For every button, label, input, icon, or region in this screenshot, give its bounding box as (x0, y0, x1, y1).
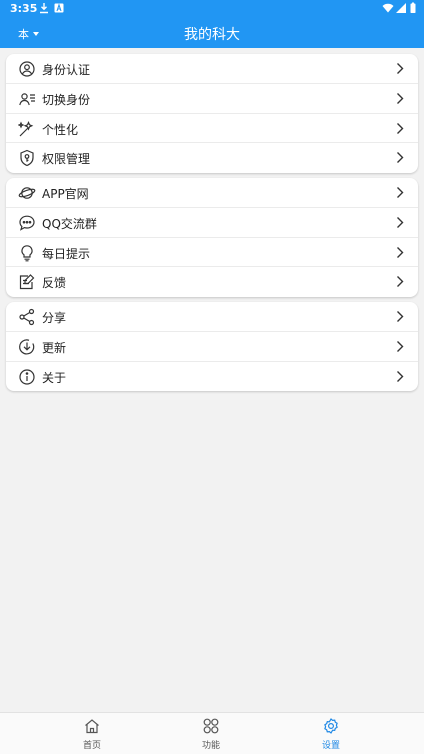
chevron-right-icon (397, 92, 404, 104)
tab-settings-label: 设置 (321, 741, 340, 751)
page-title: 我的科大 (184, 27, 240, 43)
tab-functions-label: 功能 (201, 741, 220, 751)
tab-home[interactable]: 首页 (42, 713, 142, 754)
signal-icon (396, 3, 406, 13)
settings-item-label: 身份认证 (42, 63, 91, 77)
chevron-right-icon (397, 246, 404, 258)
user-switch-icon (19, 93, 35, 105)
bottom-navigation: 首页 功能 设置 (0, 712, 424, 754)
settings-item-label: 分享 (42, 311, 67, 325)
settings-item-update[interactable]: 更新 (6, 332, 418, 362)
shield-key-icon (20, 150, 34, 167)
settings-group-account: 身份认证 切换身份 个性化 权限管理 (6, 54, 418, 173)
tab-settings[interactable]: 设置 (281, 713, 381, 754)
chevron-right-icon (397, 122, 404, 134)
settings-item-label: 反馈 (42, 276, 67, 291)
settings-item-identity-auth[interactable]: 身份认证 (6, 54, 418, 84)
settings-item-label: 每日提示 (42, 246, 91, 261)
app-bar: 本 我的科大 (0, 18, 424, 48)
settings-item-permissions[interactable]: 权限管理 (6, 143, 418, 173)
notification-a-icon (54, 3, 64, 13)
settings-item-label: 关于 (42, 370, 67, 385)
settings-item-about[interactable]: 关于 (6, 362, 418, 392)
grid-circles-icon (203, 718, 219, 734)
share-icon (19, 308, 35, 326)
magic-wand-icon (18, 120, 34, 136)
download-icon (40, 3, 48, 14)
chevron-right-icon (397, 216, 404, 228)
chevron-right-icon (397, 152, 404, 164)
settings-item-feedback[interactable]: 反馈 (6, 267, 418, 297)
edit-note-icon (19, 274, 35, 290)
settings-group-community: APP官网 QQ交流群 每日提示 反馈 (6, 178, 418, 297)
settings-item-label: 更新 (42, 340, 67, 355)
settings-item-daily-tips[interactable]: 每日提示 (6, 238, 418, 268)
wifi-icon (382, 3, 394, 13)
chat-bubble-icon (19, 215, 35, 231)
home-icon (85, 719, 99, 734)
settings-item-qq-group[interactable]: QQ交流群 (6, 208, 418, 238)
tab-functions[interactable]: 功能 (161, 713, 261, 754)
settings-item-label: 切换身份 (42, 92, 91, 107)
chevron-right-icon (397, 63, 404, 74)
settings-item-label: 权限管理 (42, 152, 91, 167)
settings-item-label: 个性化 (42, 122, 79, 137)
settings-item-personalization[interactable]: 个性化 (6, 114, 418, 144)
status-time: 3:35 (10, 2, 38, 15)
chevron-right-icon (397, 340, 404, 352)
settings-item-label: QQ交流群 (42, 216, 97, 231)
user-circle-icon (19, 61, 35, 77)
battery-icon (410, 2, 416, 13)
info-circle-icon (19, 368, 35, 385)
chevron-right-icon (397, 370, 404, 382)
settings-item-app-website[interactable]: APP官网 (6, 178, 418, 208)
planet-icon (18, 187, 36, 199)
chevron-right-icon (397, 311, 404, 322)
lightbulb-icon (21, 244, 33, 261)
settings-item-switch-identity[interactable]: 切换身份 (6, 84, 418, 114)
settings-group-app: 分享 更新 关于 (6, 302, 418, 392)
gear-icon (324, 718, 338, 734)
download-circle-icon (19, 339, 35, 355)
chevron-right-icon (397, 187, 404, 198)
status-bar: 3:35 (0, 0, 424, 18)
settings-item-label: APP官网 (42, 187, 89, 201)
tab-home-label: 首页 (82, 741, 101, 751)
chevron-right-icon (397, 276, 404, 288)
settings-item-share[interactable]: 分享 (6, 302, 418, 332)
